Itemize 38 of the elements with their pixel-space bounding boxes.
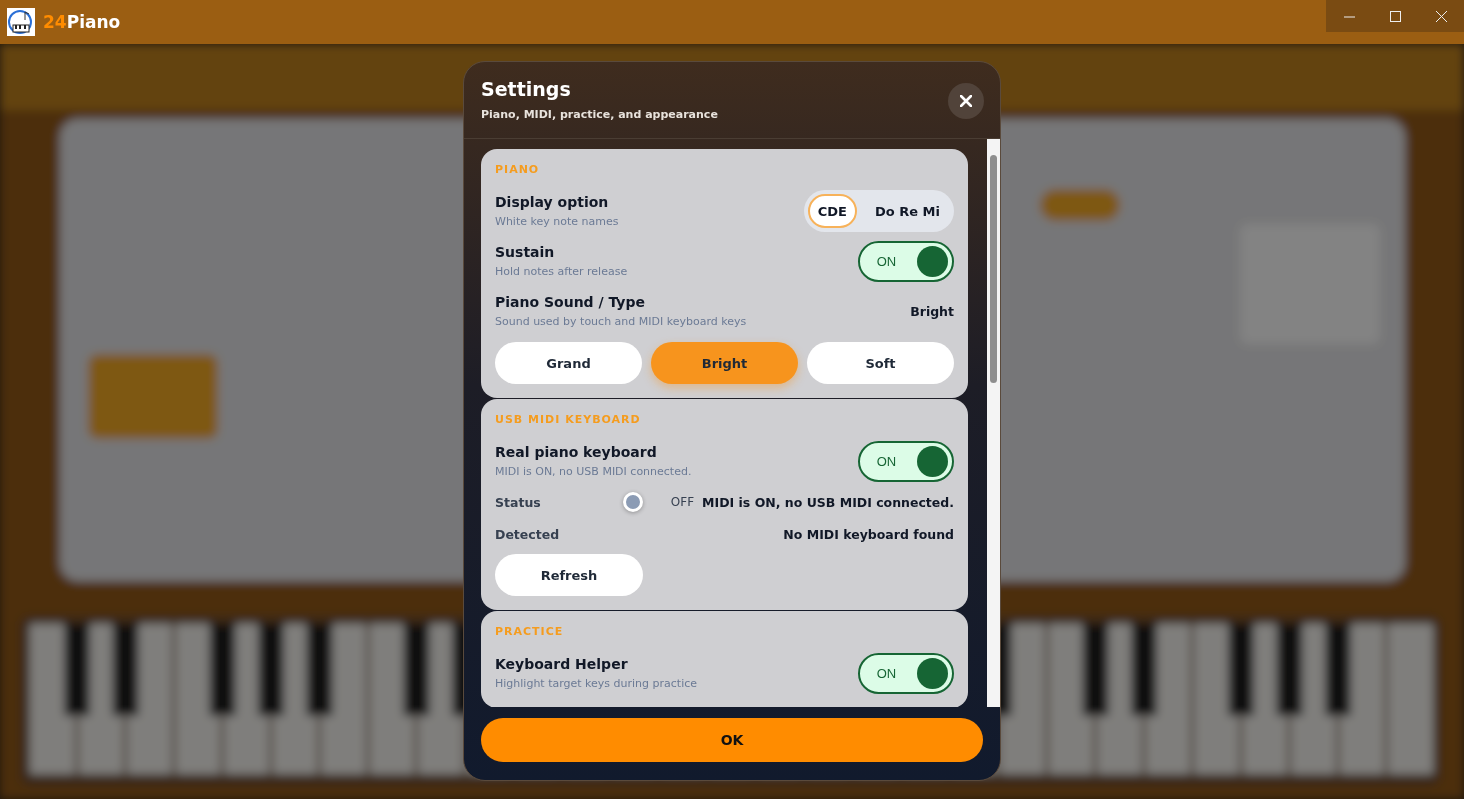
status-text: MIDI is ON, no USB MIDI connected. (702, 494, 954, 510)
refresh-button[interactable]: Refresh (495, 554, 643, 596)
maximize-icon (1389, 10, 1401, 22)
setting-label: Real piano keyboard (495, 444, 658, 460)
setting-value: Bright (910, 303, 954, 319)
dialog-title: Settings (481, 78, 572, 100)
segment-option[interactable]: CDE (807, 194, 857, 228)
toggle-switch[interactable]: ON (858, 240, 954, 282)
setting-description: MIDI is ON, no USB MIDI connected. (495, 465, 692, 478)
setting-description: Hold notes after release (495, 265, 628, 278)
ok-button[interactable]: OK (481, 718, 983, 762)
scrollbar[interactable] (987, 139, 1000, 707)
toggle-switch[interactable]: ON (858, 440, 954, 482)
setting-label: Sustain (495, 244, 556, 260)
sound-option-button[interactable]: Bright (651, 342, 798, 384)
setting-description: Sound used by touch and MIDI keyboard keys (495, 315, 747, 328)
setting-label: Display option (495, 194, 610, 210)
close-icon (1435, 10, 1447, 22)
close-icon (960, 95, 972, 107)
setting-label: Piano Sound / Type (495, 294, 646, 310)
piano-logo-icon (7, 8, 35, 36)
status-state: OFF (670, 495, 695, 509)
section-heading: PRACTICE (495, 625, 565, 638)
close-button[interactable] (948, 83, 984, 119)
segment-option[interactable]: Do Re Mi (865, 194, 950, 228)
dialog-subtitle: Piano, MIDI, practice, and appearance (481, 108, 718, 121)
app-title: 24Piano (43, 12, 121, 32)
section-heading: PIANO (495, 163, 541, 176)
setting-label: Status (495, 494, 541, 510)
sound-option-button[interactable]: Soft (807, 342, 954, 384)
setting-label: Detected (495, 526, 560, 542)
sound-option-button[interactable]: Grand (495, 342, 642, 384)
setting-value: No MIDI keyboard found (783, 526, 954, 542)
setting-description: White key note names (495, 215, 619, 228)
setting-label: Keyboard Helper (495, 656, 629, 672)
setting-description: Highlight target keys during practice (495, 677, 698, 690)
toggle-switch[interactable]: ON (858, 652, 954, 694)
section-heading: USB MIDI KEYBOARD (495, 413, 642, 426)
